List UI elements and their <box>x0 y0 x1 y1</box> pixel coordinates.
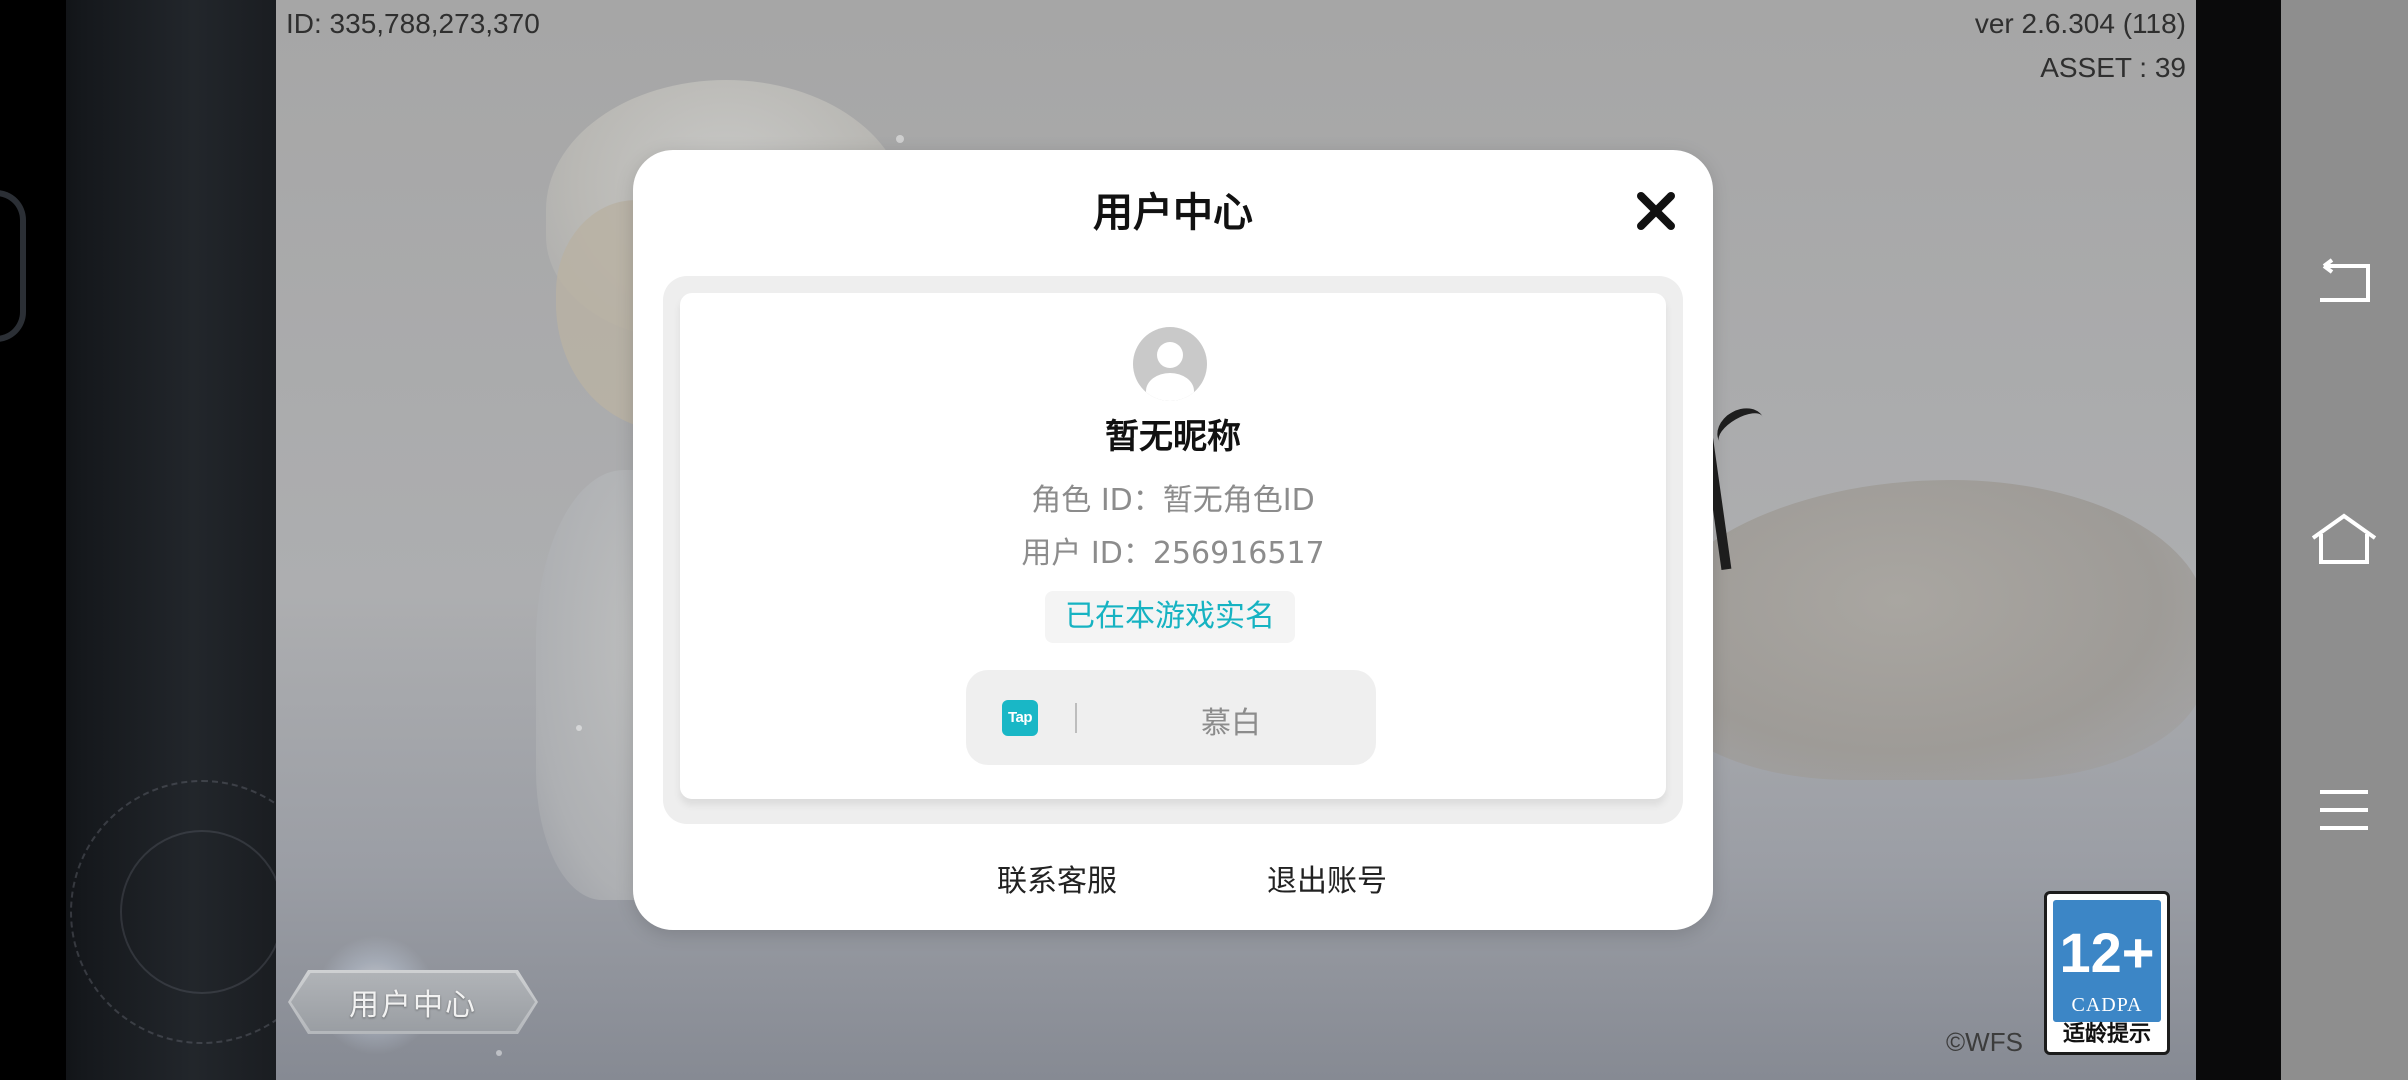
user-avatar-icon <box>1146 342 1194 401</box>
player-id-text: ID: 335,788,273,370 <box>286 8 540 39</box>
tap-divider <box>1075 703 1077 733</box>
tap-logo-icon: Tap <box>1002 700 1038 736</box>
copyright-text: ©WFS <box>1946 1027 2023 1057</box>
nav-menu-button[interactable] <box>2309 775 2379 845</box>
rock-horn <box>1709 400 1773 458</box>
close-icon <box>1637 192 1675 230</box>
sparkle <box>896 135 904 143</box>
home-icon <box>2311 513 2377 564</box>
system-nav-bar <box>2281 0 2408 1080</box>
user-center-dialog: 用户中心 暂无昵称 角色 ID：暂无角色ID 用户 ID：256916517 已… <box>633 150 1713 930</box>
left-decor-frame <box>0 0 334 1080</box>
menu-icon <box>2320 790 2368 830</box>
age-rating-label: 适龄提示 <box>2062 1022 2151 1047</box>
age-rating-number: 12+ <box>2059 921 2155 984</box>
left-frame-edge <box>0 0 66 1080</box>
asset-text: ASSET : 39 <box>2040 52 2186 83</box>
age-rating-badge: 12+ CADPA 适龄提示 <box>2044 891 2170 1055</box>
age-rating-panel: 12+ CADPA <box>2053 900 2161 1022</box>
tap-account-row: Tap 慕白 <box>966 670 1376 765</box>
profile-card: 暂无昵称 角色 ID：暂无角色ID 用户 ID：256916517 已在本游戏实… <box>680 293 1666 799</box>
dialog-title: 用户中心 <box>1093 190 1253 236</box>
version-text: ver 2.6.304 (118) <box>1974 8 2186 39</box>
right-dark-strip <box>2196 0 2281 1080</box>
left-hex-decor <box>0 190 26 342</box>
user-id: 用户 ID：256916517 <box>1021 536 1325 571</box>
verified-badge: 已在本游戏实名 <box>1045 591 1295 643</box>
contact-service-link[interactable]: 联系客服 <box>997 856 1117 900</box>
profile-card-frame: 暂无昵称 角色 ID：暂无角色ID 用户 ID：256916517 已在本游戏实… <box>663 276 1683 824</box>
nickname: 暂无昵称 <box>1105 417 1241 457</box>
screen: ID: 335,788,273,370 ver 2.6.304 (118) AS… <box>0 0 2408 1080</box>
avatar <box>1133 327 1207 401</box>
sparkle <box>496 1050 502 1056</box>
back-icon <box>2320 258 2370 302</box>
user-center-button[interactable]: 用户中心 <box>288 970 538 1034</box>
game-viewport: ID: 335,788,273,370 ver 2.6.304 (118) AS… <box>276 0 2196 1080</box>
age-rating-org: CADPA <box>2071 994 2143 1016</box>
tap-account-name: 慕白 <box>1201 706 1261 741</box>
background-rock <box>1646 480 2196 780</box>
sparkle <box>576 725 582 731</box>
user-center-button-label: 用户中心 <box>349 988 477 1023</box>
nav-back-button[interactable] <box>2309 248 2379 318</box>
nav-home-button[interactable] <box>2309 505 2379 575</box>
gear-inner-decor-icon <box>120 830 284 994</box>
role-id: 角色 ID：暂无角色ID <box>1031 483 1315 518</box>
close-button[interactable] <box>1633 188 1679 234</box>
logout-link[interactable]: 退出账号 <box>1267 856 1387 900</box>
